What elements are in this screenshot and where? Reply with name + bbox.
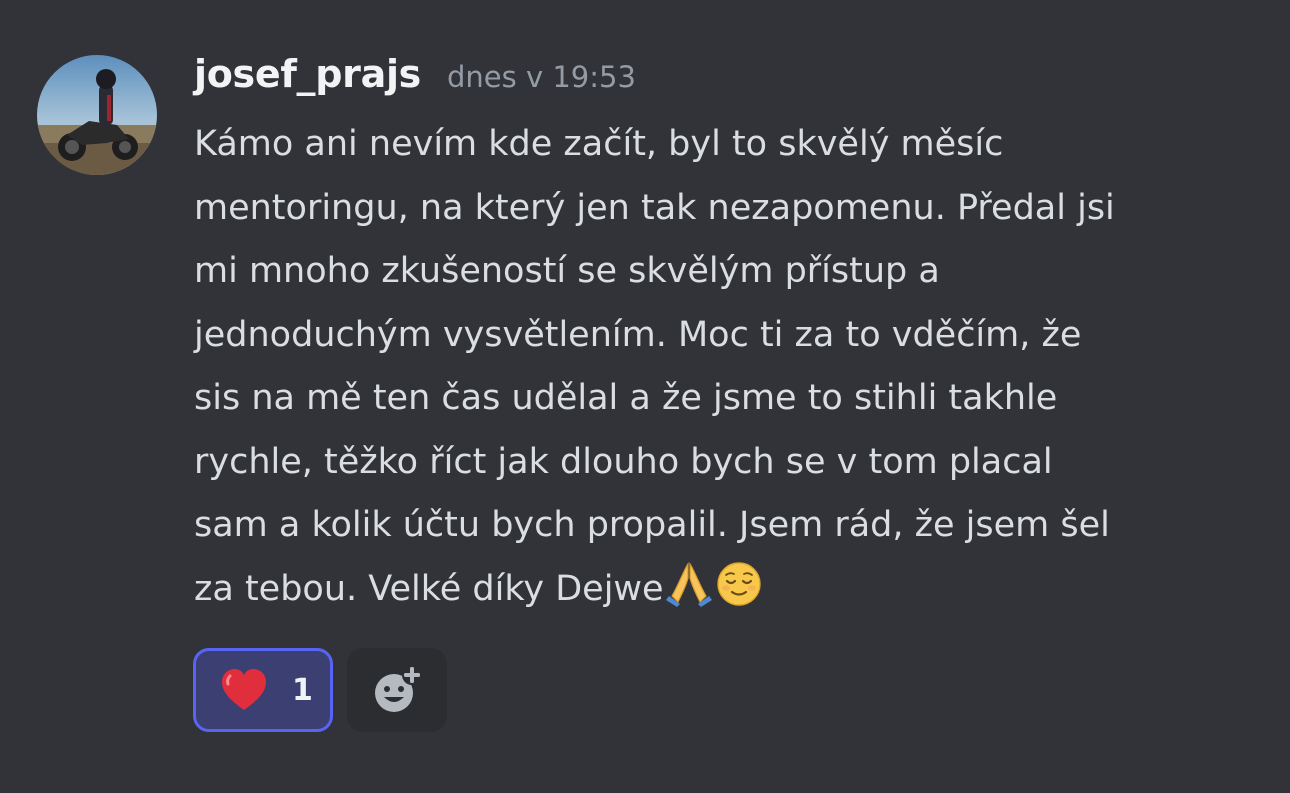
reaction-heart[interactable]: 1 (193, 648, 333, 732)
message-content: Kámo ani nevím kde začít, byl to skvělý … (194, 113, 1269, 621)
message-line: rychle, těžko říct jak dlouho bych se v … (194, 441, 1053, 482)
message-line: mentoringu, na který jen tak nezapomenu.… (194, 187, 1115, 228)
message-line: mi mnoho zkušeností se skvělým přístup a (194, 251, 940, 291)
chat-message: josef_prajs dnes v 19:53 Kámo ani nevím … (0, 0, 1290, 793)
message-line: sam a kolik účtu bych propalil. Jsem rád… (194, 505, 1110, 545)
timestamp[interactable]: dnes v 19:53 (447, 60, 636, 94)
add-reaction-button[interactable] (347, 648, 447, 732)
heart-emoji (222, 669, 266, 710)
message-line: jednoduchým vysvětlením. Moc ti za to vd… (194, 314, 1082, 355)
username[interactable]: josef_prajs (194, 52, 421, 96)
message-line: sis na mě ten čas udělal a že jsme to st… (194, 378, 1058, 418)
reaction-count: 1 (292, 672, 313, 708)
reactions-bar: 1 (193, 648, 447, 732)
message-header: josef_prajs dnes v 19:53 (194, 52, 636, 108)
message-line: za tebou. Velké díky Dejwe (194, 568, 664, 609)
avatar[interactable] (37, 55, 157, 175)
message-last-line: za tebou. Velké díky Dejwe (194, 558, 1269, 622)
folded-hands-emoji (664, 558, 714, 608)
relieved-face-emoji (714, 558, 764, 608)
message-line: Kámo ani nevím kde začít, byl to skvělý … (194, 124, 1004, 164)
user-avatar-image (37, 55, 157, 175)
add-reaction-icon (375, 665, 422, 712)
